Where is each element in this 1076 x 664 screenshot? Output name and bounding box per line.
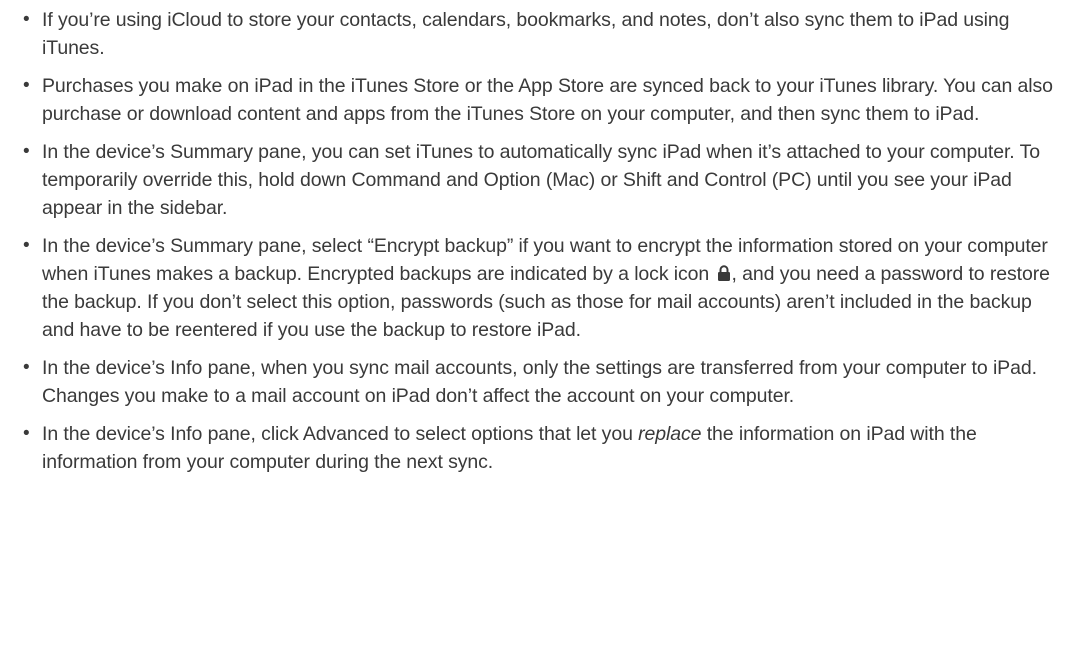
list-item: • In the device’s Info pane, when you sy… (20, 354, 1056, 410)
list-item: • In the device’s Summary pane, you can … (20, 138, 1056, 222)
list-item: • Purchases you make on iPad in the iTun… (20, 72, 1056, 128)
lock-icon (717, 265, 730, 281)
list-item-text: In the device’s Summary pane, you can se… (42, 141, 1040, 219)
emphasized-word: replace (638, 423, 702, 445)
list-item: • If you’re using iCloud to store your c… (20, 6, 1056, 62)
list-item-text: In the device’s Info pane, when you sync… (42, 357, 1037, 407)
document-page: • If you’re using iCloud to store your c… (0, 0, 1076, 664)
list-item: • In the device’s Info pane, click Advan… (20, 420, 1056, 476)
bullet-marker: • (23, 423, 30, 444)
bullet-marker: • (23, 75, 30, 96)
list-item-text: If you’re using iCloud to store your con… (42, 9, 1010, 59)
bullet-marker: • (23, 235, 30, 256)
list-item-text: Purchases you make on iPad in the iTunes… (42, 75, 1053, 125)
bullet-marker: • (23, 141, 30, 162)
list-item: • In the device’s Summary pane, select “… (20, 232, 1056, 344)
bullet-marker: • (23, 9, 30, 30)
bullet-list: • If you’re using iCloud to store your c… (20, 6, 1056, 476)
bullet-marker: • (23, 357, 30, 378)
list-item-text-before-emphasis: In the device’s Info pane, click Advance… (42, 423, 639, 445)
